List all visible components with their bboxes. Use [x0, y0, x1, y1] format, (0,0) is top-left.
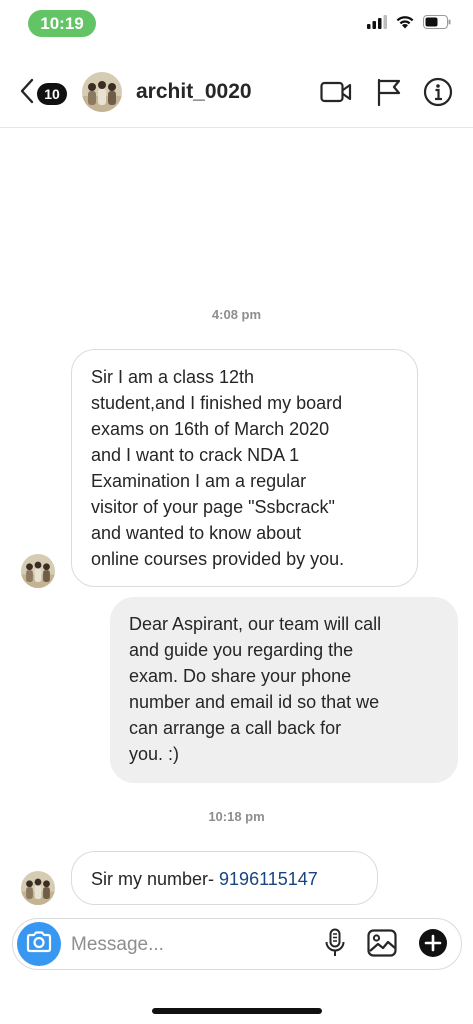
- direct-message-screen: 10:19 10 archit_0020 4:08 pm Sir I am a …: [0, 0, 473, 1024]
- gallery-icon: [367, 928, 397, 962]
- chat-username[interactable]: archit_0020: [136, 80, 252, 104]
- message-line: Dear Aspirant, our team will call: [129, 614, 382, 634]
- unread-count-badge: 10: [37, 82, 67, 105]
- message-line: you. :): [129, 744, 180, 764]
- home-indicator[interactable]: [152, 1008, 322, 1014]
- camera-icon: [26, 930, 52, 958]
- message-line: exams on 16th of March 2020: [91, 419, 330, 439]
- message-line: Sir I am a class 12th: [91, 367, 255, 387]
- message-line: exam. Do share your phone: [129, 666, 352, 686]
- avatar[interactable]: [82, 72, 122, 112]
- avatar[interactable]: [21, 554, 55, 588]
- battery-icon: [423, 14, 451, 34]
- status-bar: 10:19: [0, 0, 473, 46]
- message-line: visitor of your page "Ssbcrack": [91, 497, 335, 517]
- signal-icon: [367, 14, 387, 34]
- outgoing-message-bubble[interactable]: Dear Aspirant, our team will call and gu…: [110, 597, 458, 783]
- message-line: and guide you regarding the: [129, 640, 354, 660]
- message-line: number and email id so that we: [129, 692, 380, 712]
- info-icon: [423, 77, 453, 112]
- message-input[interactable]: [71, 932, 301, 958]
- video-call-icon: [320, 80, 352, 109]
- message-text: Sir my number-: [91, 869, 220, 889]
- wifi-icon: [395, 14, 415, 34]
- message-line: and I want to crack NDA 1: [91, 445, 300, 465]
- add-button[interactable]: [417, 928, 449, 963]
- message-line: student,and I finished my board: [91, 393, 343, 413]
- report-button[interactable]: [373, 78, 405, 110]
- message-timestamp: 4:08 pm: [211, 307, 262, 322]
- avatar[interactable]: [21, 871, 55, 905]
- status-icons: [367, 14, 451, 34]
- flag-icon: [376, 78, 402, 111]
- details-button[interactable]: [422, 77, 454, 112]
- voice-message-button[interactable]: [319, 928, 351, 963]
- phone-number-link[interactable]: 9196115147: [219, 869, 318, 889]
- incoming-message-bubble[interactable]: Sir I am a class 12th student,and I fini…: [71, 349, 418, 587]
- incoming-message-bubble[interactable]: Sir my number- 9196115147: [71, 851, 378, 905]
- add-icon: [418, 928, 448, 963]
- message-line: can arrange a call back for: [129, 718, 342, 738]
- message-timestamp: 10:18 pm: [208, 809, 265, 824]
- message-line: and wanted to know about: [91, 523, 302, 543]
- message-line: online courses provided by you.: [91, 549, 345, 569]
- message-line: Examination I am a regular: [91, 471, 307, 491]
- video-call-button[interactable]: [320, 78, 352, 110]
- gallery-button[interactable]: [366, 928, 398, 962]
- back-button[interactable]: 10: [20, 78, 67, 109]
- status-time: 10:19: [28, 10, 96, 37]
- camera-button[interactable]: [17, 922, 61, 966]
- message-composer: [12, 918, 462, 970]
- back-chevron-icon: [20, 78, 34, 109]
- microphone-icon: [324, 928, 346, 963]
- chat-header: 10 archit_0020: [0, 56, 473, 128]
